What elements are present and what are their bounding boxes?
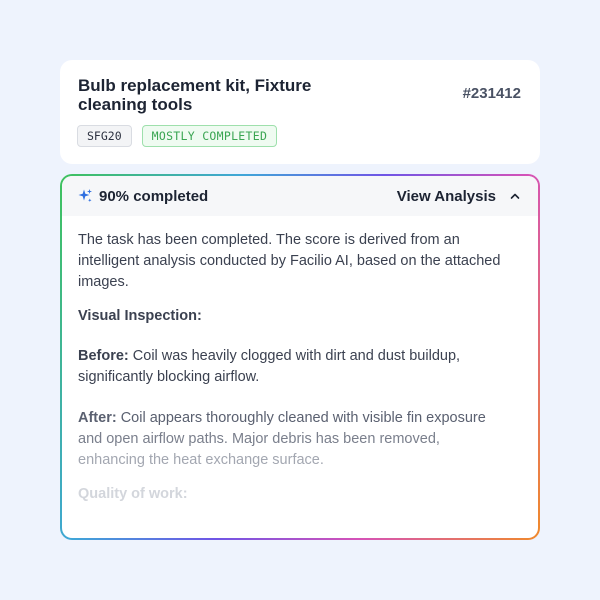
after-label: After: bbox=[78, 410, 117, 426]
task-id: #231412 bbox=[462, 85, 521, 102]
after-line-3: enhancing the heat exchange surface. bbox=[78, 452, 324, 468]
before-label: Before: bbox=[78, 348, 129, 364]
code-tag: SFG20 bbox=[77, 125, 132, 147]
visual-inspection-heading: Visual Inspection: bbox=[78, 308, 202, 324]
status-badge: MOSTLY COMPLETED bbox=[141, 125, 278, 147]
before-paragraph: Before: Coil was heavily clogged with di… bbox=[78, 346, 520, 388]
page: Bulb replacement kit, Fixture cleaning t… bbox=[0, 0, 600, 600]
quality-heading: Quality of work: bbox=[78, 486, 188, 502]
analysis-card-border: 90% completed View Analysis The task has… bbox=[60, 174, 540, 540]
chevron-up-icon[interactable] bbox=[508, 189, 522, 203]
after-text-1: Coil appears thoroughly cleaned with vis… bbox=[116, 410, 486, 426]
analysis-body: The task has been completed. The score i… bbox=[62, 216, 538, 505]
sparkle-icon bbox=[77, 188, 93, 204]
after-paragraph: After: Coil appears thoroughly cleaned w… bbox=[78, 408, 520, 471]
view-analysis-button[interactable]: View Analysis bbox=[397, 188, 496, 205]
analysis-card: 90% completed View Analysis The task has… bbox=[62, 176, 538, 538]
task-title: Bulb replacement kit, Fixture cleaning t… bbox=[78, 76, 312, 114]
analysis-header[interactable]: 90% completed View Analysis bbox=[62, 176, 538, 216]
task-card[interactable]: Bulb replacement kit, Fixture cleaning t… bbox=[60, 60, 540, 164]
tag-row: SFG20 MOSTLY COMPLETED bbox=[77, 125, 278, 147]
after-line-2: and open airflow paths. Major debris has… bbox=[78, 431, 440, 447]
completion-label: 90% completed bbox=[99, 187, 209, 205]
after-line-1: After: Coil appears thoroughly cleaned w… bbox=[78, 410, 486, 426]
analysis-intro: The task has been completed. The score i… bbox=[78, 232, 501, 290]
before-text: Coil was heavily clogged with dirt and d… bbox=[78, 348, 461, 385]
